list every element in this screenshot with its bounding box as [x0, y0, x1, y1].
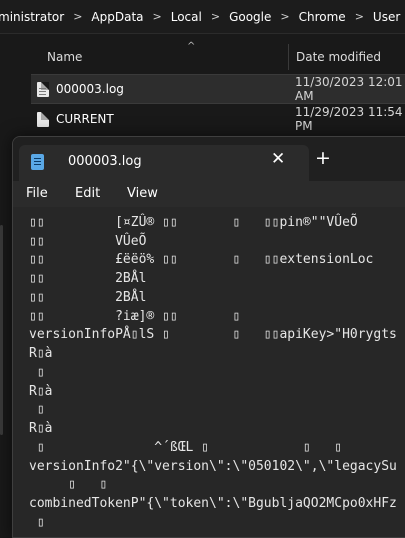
file-row[interactable]: 000003.log 11/30/2023 12:01 AM	[31, 74, 405, 104]
explorer-scrollbar[interactable]	[0, 225, 3, 435]
file-icon	[37, 111, 49, 127]
new-tab-icon[interactable]: +	[315, 147, 331, 169]
breadcrumb-item-google[interactable]: Google	[228, 10, 272, 24]
breadcrumb-separator-icon: >	[73, 10, 83, 23]
editor-line: ▯	[29, 515, 45, 530]
menu-view[interactable]: View	[127, 186, 158, 201]
title-bar[interactable]: 000003.log ✕ +	[13, 137, 405, 181]
close-tab-icon[interactable]: ✕	[271, 149, 285, 169]
breadcrumb-separator-icon: >	[152, 10, 162, 23]
menu-bar: File Edit View	[13, 181, 405, 207]
notepad-window: 000003.log ✕ + File Edit View ▯▯ [¤ZÛ® ▯…	[12, 136, 405, 538]
breadcrumb-separator-icon: >	[354, 10, 364, 23]
editor-line: ▯▯ [¤ZÛ® ▯▯ ▯ ▯▯pin®""VÛeÕ	[29, 215, 358, 230]
notepad-icon	[31, 154, 44, 170]
editor-line: ▯▯ ?iæ]® ▯▯ ▯	[29, 309, 241, 324]
text-editor[interactable]: ▯▯ [¤ZÛ® ▯▯ ▯ ▯▯pin®""VÛeÕ ▯▯ VÛeÕ ▯▯ £ë…	[13, 207, 405, 537]
file-name: 000003.log	[56, 82, 124, 96]
column-header-date-modified[interactable]: Date modified	[296, 50, 381, 64]
breadcrumb: ministrator > AppData > Local > Google >…	[0, 0, 405, 34]
editor-line: ▯▯ 2BÅl	[29, 290, 147, 305]
column-divider[interactable]	[288, 44, 289, 70]
editor-line: ▯▯ £ëëö% ▯▯ ▯ ▯▯extensionLoc	[29, 252, 374, 267]
editor-line: ▯	[29, 402, 45, 417]
editor-line: R▯à	[29, 346, 53, 361]
tab-title: 000003.log	[68, 154, 142, 169]
menu-file[interactable]: File	[26, 186, 48, 201]
column-header-name[interactable]: Name	[47, 50, 82, 64]
column-headers: Name ^ Date modified	[31, 41, 405, 70]
file-list: Name ^ Date modified 000003.log 11/30/20…	[0, 34, 405, 144]
file-row[interactable]: CURRENT 11/29/2023 11:54 PM	[31, 105, 405, 133]
tab-000003-log[interactable]: 000003.log ✕	[19, 145, 309, 181]
breadcrumb-separator-icon: >	[280, 10, 290, 23]
file-date-modified: 11/30/2023 12:01 AM	[295, 75, 403, 103]
sort-ascending-icon: ^	[187, 41, 196, 52]
editor-line: versionInfoPÅ▯lS ▯ ▯ ▯▯apiKey>"H0rygts	[29, 327, 397, 342]
file-name: CURRENT	[56, 112, 114, 126]
editor-line: ▯	[29, 365, 45, 380]
editor-line: ▯ ▯	[29, 477, 108, 492]
editor-line: R▯à	[29, 384, 53, 399]
editor-line: ▯▯ 2BÅl	[29, 271, 147, 286]
file-date-modified: 11/29/2023 11:54 PM	[295, 105, 403, 133]
breadcrumb-item-administrator[interactable]: ministrator	[0, 10, 65, 24]
editor-line: R▯à	[29, 421, 53, 436]
editor-line: combinedTokenP"{\"token\":\"BgubljaQO2MC…	[29, 496, 397, 511]
breadcrumb-item-appdata[interactable]: AppData	[90, 10, 144, 24]
breadcrumb-separator-icon: >	[210, 10, 221, 23]
breadcrumb-item-user-data[interactable]: User Data	[372, 10, 405, 24]
breadcrumb-item-chrome[interactable]: Chrome	[298, 10, 347, 24]
editor-line: ▯▯ VÛeÕ	[29, 234, 147, 249]
menu-edit[interactable]: Edit	[75, 186, 100, 201]
breadcrumb-item-local[interactable]: Local	[170, 10, 203, 24]
editor-line: versionInfo2"{\"version\":\"050102\",\"l…	[29, 459, 397, 474]
document-icon	[37, 81, 49, 97]
editor-line: ▯ ^´ßŒL ▯ ▯ ▯	[29, 440, 343, 455]
